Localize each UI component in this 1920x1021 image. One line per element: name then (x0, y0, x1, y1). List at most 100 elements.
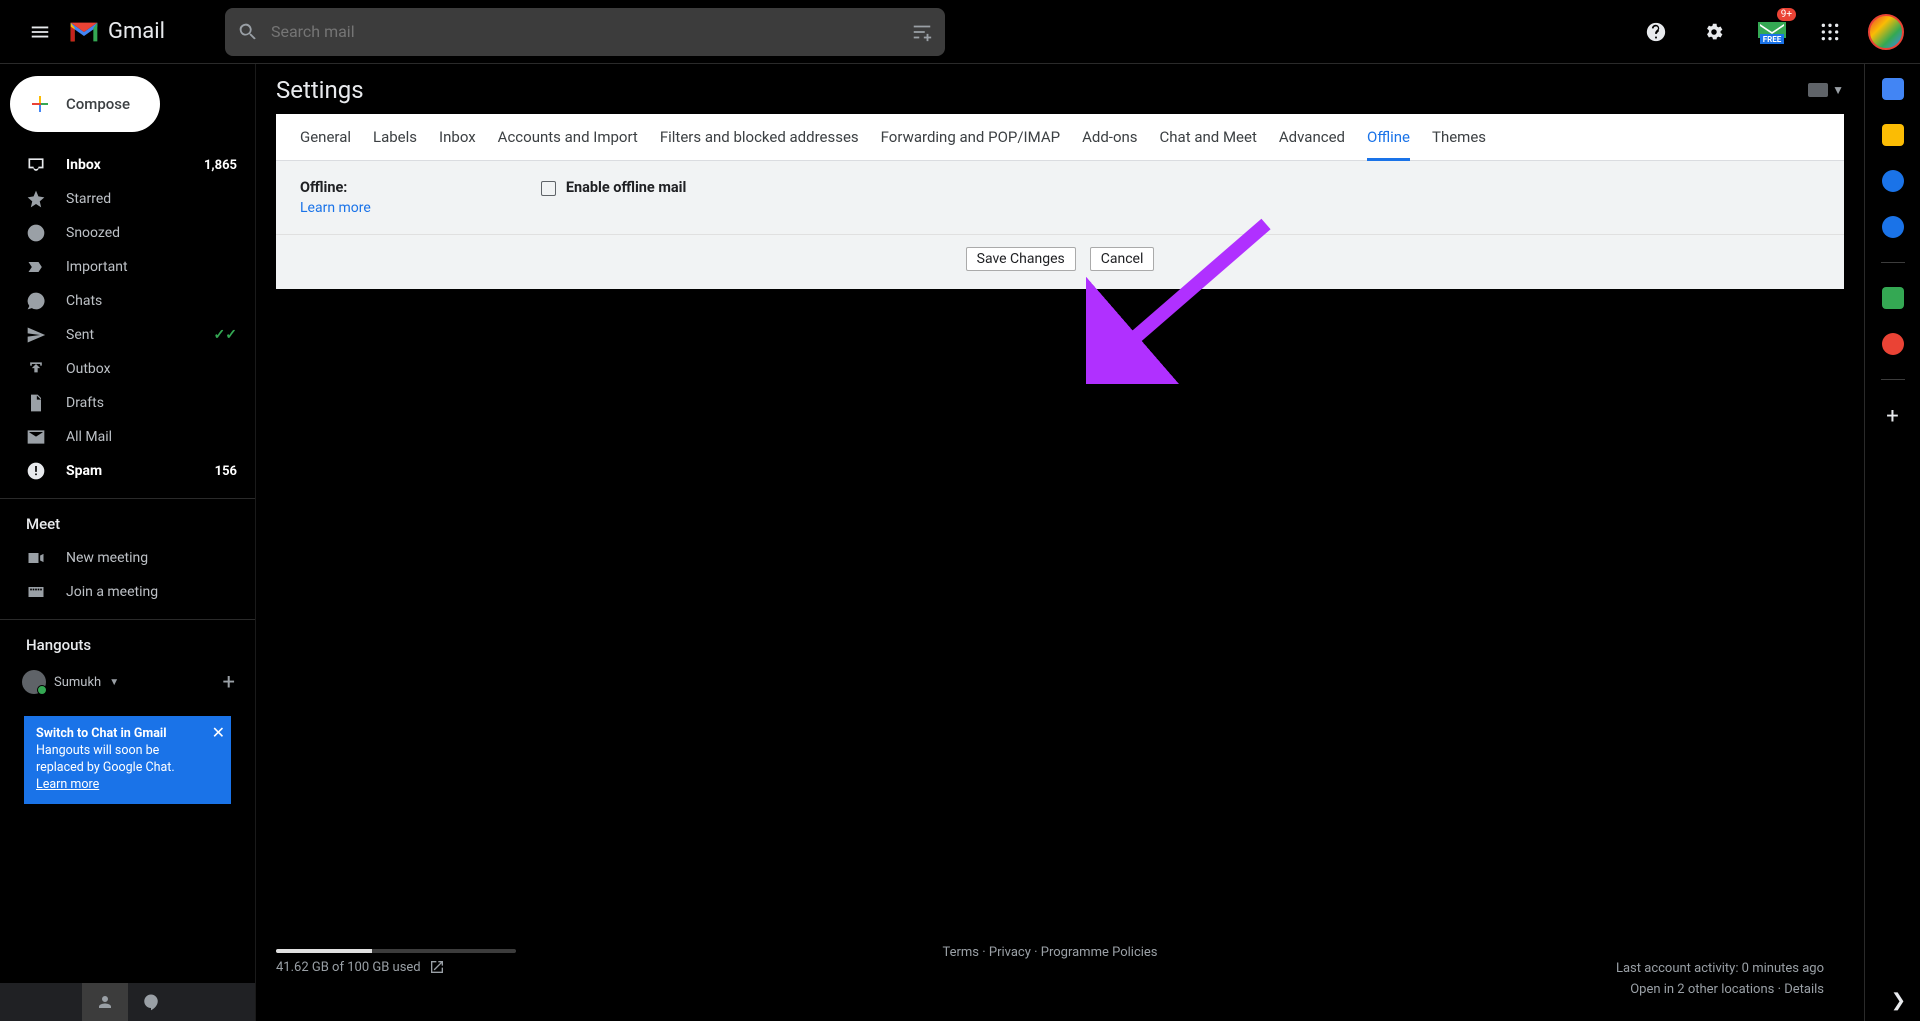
addon-icon-1[interactable] (1882, 287, 1904, 309)
input-method-selector[interactable]: ▼ (1808, 83, 1844, 97)
storage-bar (276, 949, 516, 953)
details-link[interactable]: Details (1784, 982, 1824, 997)
checkbox-icon[interactable] (541, 181, 556, 196)
add-contact-button[interactable]: + (223, 670, 235, 695)
tab-themes[interactable]: Themes (1432, 128, 1486, 160)
tab-advanced[interactable]: Advanced (1279, 128, 1345, 160)
sidebar-item-sent[interactable]: Sent ✓✓ (0, 318, 255, 352)
nav-label: Chats (66, 293, 237, 309)
settings-tabs: General Labels Inbox Accounts and Import Fil… (276, 114, 1844, 161)
content-footer: 41.62 GB of 100 GB used Terms · Privacy … (276, 949, 1824, 1001)
sidebar-item-drafts[interactable]: Drafts (0, 386, 255, 420)
contacts-tab-icon[interactable] (82, 983, 128, 1021)
important-icon (26, 257, 46, 277)
close-icon[interactable]: ✕ (212, 722, 225, 744)
terms-link[interactable]: Terms (942, 945, 979, 960)
settings-card: General Labels Inbox Accounts and Import Fil… (276, 114, 1844, 289)
app-header: Gmail FREE 9+ (0, 0, 1920, 64)
nav-label: Snoozed (66, 225, 237, 241)
addon-icon-2[interactable] (1882, 333, 1904, 355)
support-button[interactable] (1636, 12, 1676, 52)
tab-inbox[interactable]: Inbox (439, 128, 476, 160)
sidebar-item-chats[interactable]: Chats (0, 284, 255, 318)
offline-panel: Offline: Learn more Enable offline mail (276, 161, 1844, 235)
hangouts-tab-icon[interactable] (128, 983, 174, 1021)
search-icon (237, 21, 259, 43)
nav-label: Spam (66, 463, 195, 479)
tab-labels[interactable]: Labels (373, 128, 417, 160)
sidebar-item-inbox[interactable]: Inbox 1,865 (0, 148, 255, 182)
google-apps-button[interactable] (1810, 12, 1850, 52)
logo-text: Gmail (108, 19, 165, 44)
tune-icon[interactable] (911, 21, 933, 43)
draft-icon (26, 393, 46, 413)
search-bar[interactable] (225, 8, 945, 56)
get-addons-button[interactable]: + (1886, 404, 1898, 429)
sidebar-bottom-tabs (0, 983, 255, 1021)
account-avatar[interactable] (1868, 14, 1904, 50)
sent-checkmarks-icon: ✓✓ (214, 327, 237, 343)
meet-item-join-a-meeting[interactable]: Join a meeting (0, 575, 255, 609)
meet-label: Join a meeting (66, 584, 237, 600)
learn-more-link[interactable]: Learn more (300, 200, 371, 216)
sidebar-item-snoozed[interactable]: Snoozed (0, 216, 255, 250)
nav-list: Inbox 1,865 Starred Snoozed Important Ch… (0, 148, 255, 488)
tab-accounts-and-import[interactable]: Accounts and Import (498, 128, 638, 160)
search-input[interactable] (271, 22, 911, 41)
cancel-button[interactable]: Cancel (1090, 247, 1155, 271)
tab-offline[interactable]: Offline (1367, 128, 1410, 161)
nav-count: 1,865 (204, 158, 237, 173)
keep-icon[interactable] (1882, 124, 1904, 146)
enable-offline-option[interactable]: Enable offline mail (541, 179, 687, 216)
meet-item-new-meeting[interactable]: New meeting (0, 541, 255, 575)
offline-label: Offline: (300, 179, 371, 196)
gmail-logo[interactable]: Gmail (68, 19, 165, 44)
open-in-new-icon[interactable] (429, 959, 445, 975)
contacts-icon[interactable] (1882, 216, 1904, 238)
tasks-icon[interactable] (1882, 170, 1904, 192)
settings-button[interactable] (1694, 12, 1734, 52)
nav-label: All Mail (66, 429, 237, 445)
calendar-icon[interactable] (1882, 78, 1904, 100)
clock-icon (26, 223, 46, 243)
page-title: Settings (276, 76, 364, 104)
promo-body: Hangouts will soon be replaced by Google… (36, 743, 205, 777)
keyboard-icon (26, 582, 46, 602)
side-panel: + (1864, 64, 1920, 1021)
meet-label: New meeting (66, 550, 237, 566)
send-icon (26, 325, 46, 345)
header-actions: FREE 9+ (1636, 12, 1904, 52)
nav-count: 156 (215, 464, 237, 479)
save-button[interactable]: Save Changes (966, 247, 1076, 271)
sidebar-item-starred[interactable]: Starred (0, 182, 255, 216)
nav-label: Outbox (66, 361, 237, 377)
nav-label: Starred (66, 191, 237, 207)
privacy-link[interactable]: Privacy (989, 945, 1031, 960)
sidebar-item-spam[interactable]: Spam 156 (0, 454, 255, 488)
tab-forwarding-and-pop-imap[interactable]: Forwarding and POP/IMAP (881, 128, 1060, 160)
main-menu-button[interactable] (16, 8, 64, 56)
spam-icon (26, 461, 46, 481)
main-layout: Compose Inbox 1,865 Starred Snoozed Impo… (0, 64, 1920, 1021)
hangouts-user[interactable]: Sumukh ▼ + (0, 662, 255, 702)
compose-label: Compose (66, 95, 130, 113)
sidebar-item-all-mail[interactable]: All Mail (0, 420, 255, 454)
settings-actions: Save Changes Cancel (276, 235, 1844, 289)
policies-link[interactable]: Programme Policies (1041, 945, 1158, 960)
tab-add-ons[interactable]: Add-ons (1082, 128, 1137, 160)
compose-icon (28, 92, 52, 116)
tab-general[interactable]: General (300, 128, 351, 160)
collapse-sidepanel-icon[interactable]: ❯ (1891, 990, 1906, 1011)
hangouts-username: Sumukh (54, 675, 101, 690)
sidebar: Compose Inbox 1,865 Starred Snoozed Impo… (0, 64, 256, 1021)
sidebar-item-outbox[interactable]: Outbox (0, 352, 255, 386)
sidebar-item-important[interactable]: Important (0, 250, 255, 284)
enable-offline-label: Enable offline mail (566, 179, 687, 196)
compose-button[interactable]: Compose (10, 76, 160, 132)
free-extension-button[interactable]: FREE 9+ (1752, 12, 1792, 52)
nav-label: Important (66, 259, 237, 275)
promo-learn-link[interactable]: Learn more (36, 777, 99, 792)
tab-chat-and-meet[interactable]: Chat and Meet (1160, 128, 1257, 160)
user-avatar-icon (22, 670, 46, 694)
tab-filters-and-blocked-addresses[interactable]: Filters and blocked addresses (660, 128, 859, 160)
